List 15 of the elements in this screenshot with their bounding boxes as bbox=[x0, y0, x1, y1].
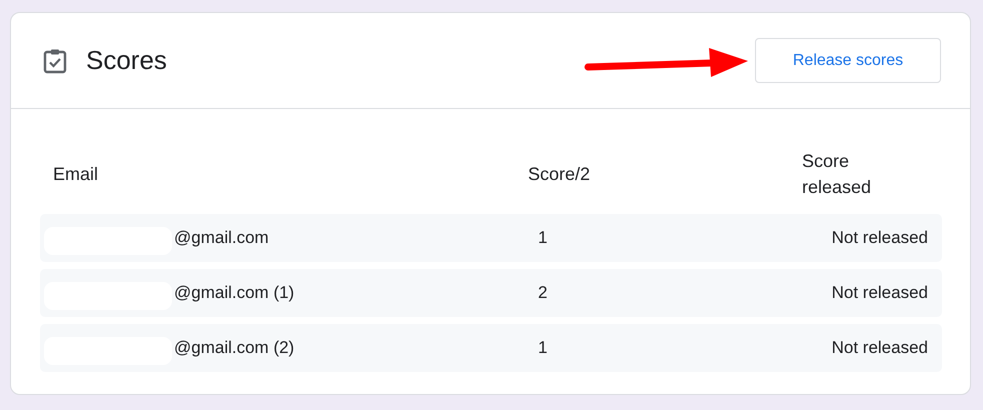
column-header: Score/2 bbox=[528, 164, 592, 184]
column-header: Email bbox=[52, 164, 100, 184]
table-cell: @gmail.com bbox=[174, 228, 269, 248]
card-title: Scores bbox=[86, 45, 167, 76]
table-cell: Not released bbox=[832, 283, 928, 303]
table-cell-text: 1 bbox=[537, 338, 548, 358]
table-cell: Not released bbox=[832, 338, 928, 358]
table-cell: @gmail.com (2) bbox=[174, 338, 294, 358]
column-header: Score released bbox=[802, 150, 872, 199]
clipboard-check-icon bbox=[43, 48, 67, 74]
table-cell-text: 2 bbox=[537, 283, 548, 303]
table-cell-text: 1 bbox=[537, 228, 548, 248]
table-cell: Not released bbox=[832, 228, 928, 248]
release-scores-button[interactable]: Release scores bbox=[755, 38, 941, 83]
table-cell: @gmail.com (1) bbox=[174, 283, 294, 303]
